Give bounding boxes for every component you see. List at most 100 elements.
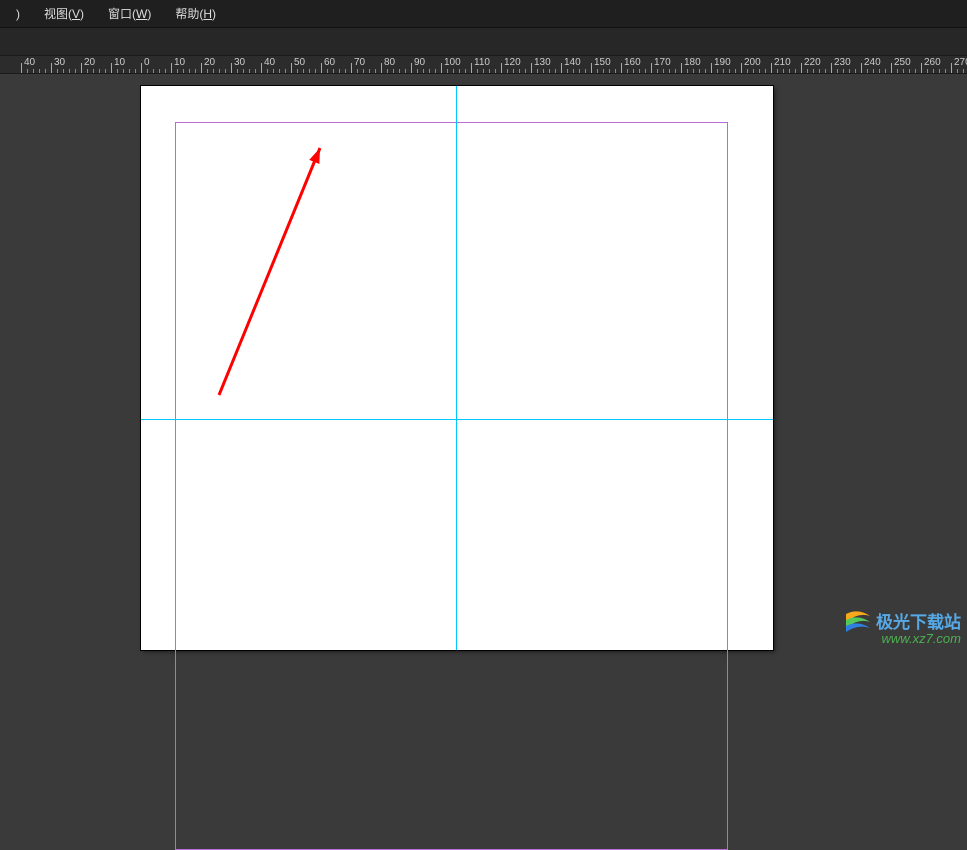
watermark-url: www.xz7.com: [844, 631, 961, 646]
ruler-tick-major: [861, 63, 862, 73]
ruler-tick-minor: [675, 69, 676, 73]
ruler-tick-major: [51, 63, 52, 73]
ruler-label: 20: [84, 57, 95, 68]
ruler-tick-minor: [855, 69, 856, 73]
ruler-tick-minor: [669, 69, 670, 73]
ruler-tick-minor: [255, 69, 256, 73]
ruler-tick-minor: [777, 69, 778, 73]
ruler-label: 140: [564, 57, 581, 68]
watermark-text: 极光下载站: [876, 608, 961, 633]
ruler-tick-major: [651, 63, 652, 73]
ruler-tick-major: [81, 63, 82, 73]
ruler-tick-minor: [915, 69, 916, 73]
ruler-label: 190: [714, 57, 731, 68]
ruler-tick-minor: [507, 69, 508, 73]
ruler-tick-minor: [633, 69, 634, 73]
document-page[interactable]: [141, 86, 773, 650]
ruler-tick-minor: [759, 69, 760, 73]
menu-item-view[interactable]: 视图(V): [32, 0, 96, 27]
ruler-tick-minor: [147, 69, 148, 73]
ruler-label: 50: [294, 57, 305, 68]
ruler-tick-minor: [603, 69, 604, 73]
ruler-tick-minor: [285, 69, 286, 73]
ruler-tick-major: [681, 63, 682, 73]
ruler-tick-minor: [957, 69, 958, 73]
watermark-logo-icon: [844, 610, 872, 632]
ruler-tick-minor: [363, 69, 364, 73]
ruler-tick-minor: [843, 69, 844, 73]
ruler-tick-minor: [495, 69, 496, 73]
ruler-tick-minor: [105, 69, 106, 73]
ruler-tick-minor: [879, 69, 880, 73]
ruler-tick-minor: [27, 69, 28, 73]
ruler-label: 60: [324, 57, 335, 68]
ruler-tick-minor: [513, 69, 514, 73]
ruler-tick-minor: [243, 69, 244, 73]
ruler-tick-minor: [639, 69, 640, 73]
ruler-label: 150: [594, 57, 611, 68]
ruler-tick-minor: [657, 69, 658, 73]
ruler-label: 70: [354, 57, 365, 68]
ruler-tick-major: [231, 63, 232, 73]
ruler-tick-minor: [753, 69, 754, 73]
page-margins: [175, 122, 728, 850]
ruler-tick-minor: [903, 69, 904, 73]
ruler-tick-major: [771, 63, 772, 73]
ruler-label: 10: [114, 57, 125, 68]
ruler-tick-minor: [933, 69, 934, 73]
ruler-tick-minor: [729, 69, 730, 73]
ruler-tick-minor: [33, 69, 34, 73]
menu-item-help[interactable]: 帮助(H): [163, 0, 228, 27]
ruler-tick-minor: [477, 69, 478, 73]
ruler-tick-major: [591, 63, 592, 73]
ruler-label: 40: [24, 57, 35, 68]
ruler-tick-major: [951, 63, 952, 73]
ruler-tick-minor: [429, 69, 430, 73]
ruler-tick-minor: [627, 69, 628, 73]
ruler-tick-minor: [453, 69, 454, 73]
ruler-label: 160: [624, 57, 641, 68]
horizontal-guide[interactable]: [141, 419, 773, 420]
ruler-tick-minor: [405, 69, 406, 73]
ruler-tick-major: [411, 63, 412, 73]
ruler-tick-major: [291, 63, 292, 73]
ruler-tick-minor: [597, 69, 598, 73]
ruler-tick-minor: [867, 69, 868, 73]
ruler-tick-minor: [579, 69, 580, 73]
ruler-tick-minor: [39, 69, 40, 73]
ruler-tick-minor: [273, 69, 274, 73]
ruler-tick-major: [21, 63, 22, 73]
ruler-label: 100: [444, 57, 461, 68]
vertical-guide[interactable]: [456, 86, 457, 650]
ruler-tick-major: [201, 63, 202, 73]
ruler-tick-minor: [165, 69, 166, 73]
ruler-label: 120: [504, 57, 521, 68]
canvas-area[interactable]: [0, 74, 967, 650]
ruler-tick-minor: [333, 69, 334, 73]
ruler-tick-major: [351, 63, 352, 73]
ruler-tick-minor: [99, 69, 100, 73]
ruler-tick-major: [501, 63, 502, 73]
ruler-tick-minor: [309, 69, 310, 73]
ruler-tick-major: [471, 63, 472, 73]
menu-item-window[interactable]: 窗口(W): [96, 0, 163, 27]
ruler-tick-minor: [225, 69, 226, 73]
ruler-label: 40: [264, 57, 275, 68]
ruler-tick-major: [741, 63, 742, 73]
ruler-tick-minor: [69, 69, 70, 73]
ruler-tick-major: [891, 63, 892, 73]
ruler-tick-minor: [849, 69, 850, 73]
horizontal-ruler[interactable]: 4030201001020304050607080901001101201301…: [0, 56, 967, 74]
ruler-tick-minor: [399, 69, 400, 73]
ruler-tick-minor: [357, 69, 358, 73]
ruler-tick-minor: [447, 69, 448, 73]
ruler-tick-minor: [387, 69, 388, 73]
ruler-label: 30: [234, 57, 245, 68]
menu-item-partial[interactable]: ): [4, 0, 32, 27]
ruler-tick-minor: [435, 69, 436, 73]
ruler-tick-minor: [645, 69, 646, 73]
ruler-tick-minor: [393, 69, 394, 73]
ruler-tick-minor: [687, 69, 688, 73]
ruler-tick-minor: [873, 69, 874, 73]
ruler-label: 90: [414, 57, 425, 68]
